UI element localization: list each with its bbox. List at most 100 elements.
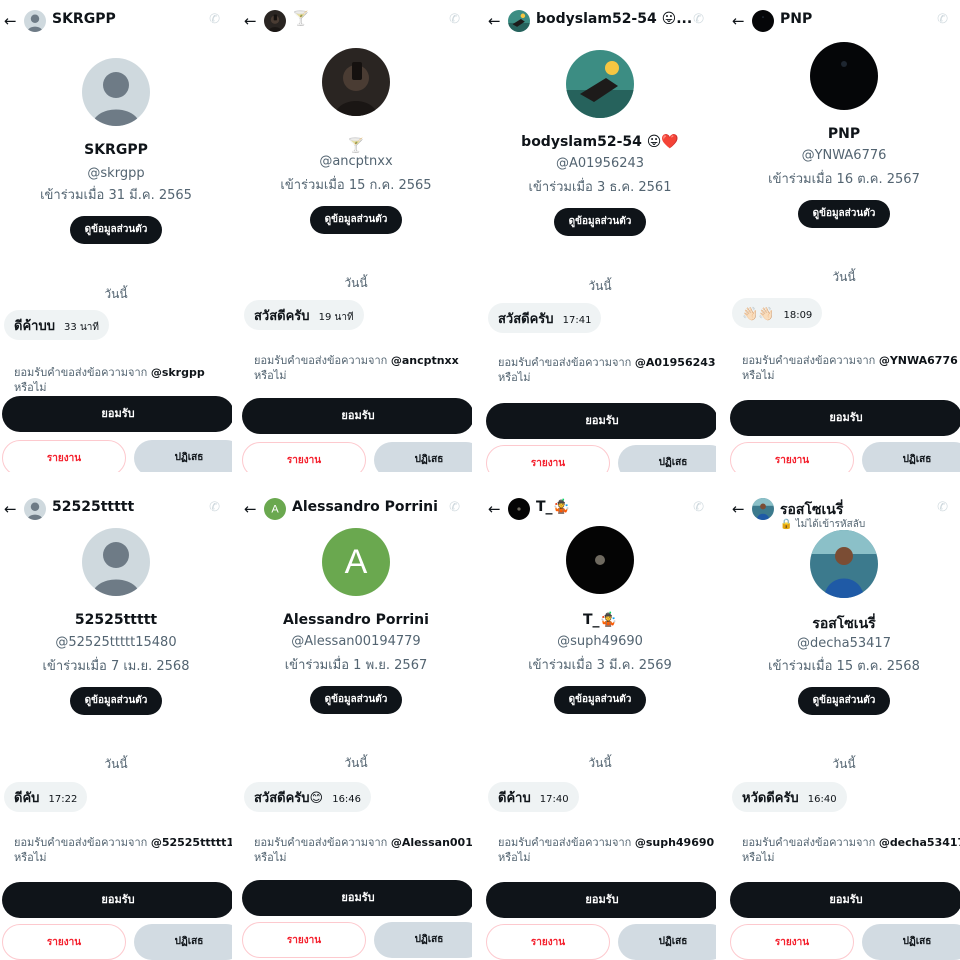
message-bubble[interactable]: สวัสดีครับ 17:41 [488, 303, 602, 333]
phone-icon[interactable]: ✆ [209, 12, 220, 27]
header-avatar[interactable] [508, 498, 530, 520]
back-arrow-icon[interactable]: ← [732, 12, 745, 30]
back-arrow-icon[interactable]: ← [732, 500, 745, 518]
view-profile-button[interactable]: ดูข้อมูลส่วนตัว [70, 216, 162, 244]
message-bubble[interactable]: สวัสดีครับ 19 นาที [244, 300, 364, 330]
request-prefix: ยอมรับคำขอส่งข้อความจาก [742, 354, 876, 367]
profile-avatar[interactable] [82, 58, 150, 126]
profile-name: 52525ttttt [74, 612, 158, 628]
profile-avatar[interactable] [566, 526, 634, 594]
decline-button[interactable]: ปฏิเสธ [862, 442, 960, 472]
profile-avatar[interactable] [82, 528, 150, 596]
request-handle[interactable]: @ancptnxx [391, 354, 459, 367]
accept-button[interactable]: ยอมรับ [730, 882, 960, 918]
header-avatar[interactable] [24, 498, 46, 520]
view-profile-button[interactable]: ดูข้อมูลส่วนตัว [798, 687, 890, 715]
header-avatar[interactable] [508, 10, 530, 32]
phone-icon[interactable]: ✆ [937, 12, 948, 27]
request-handle[interactable]: @Alessan00194779 [391, 836, 472, 849]
header-name[interactable]: Alessandro Porrini [292, 499, 438, 515]
decline-button[interactable]: ปฏิเสธ [134, 924, 232, 960]
back-arrow-icon[interactable]: ← [244, 12, 257, 30]
header-name[interactable]: SKRGPP [52, 11, 116, 27]
view-profile-button[interactable]: ดูข้อมูลส่วนตัว [554, 208, 646, 236]
decline-button[interactable]: ปฏิเสธ [134, 440, 232, 472]
header-name[interactable]: T_🤹 [536, 499, 570, 515]
header-name[interactable]: bodyslam52-54 😛... [536, 11, 692, 27]
joined-date: เข้าร่วมเมื่อ 15 ก.ค. 2565 [280, 178, 432, 193]
profile-name: Alessandro Porrini [283, 612, 429, 628]
accept-button[interactable]: ยอมรับ [2, 396, 232, 432]
back-arrow-icon[interactable]: ← [244, 500, 257, 518]
back-arrow-icon[interactable]: ← [488, 12, 501, 30]
profile-avatar[interactable]: A [322, 528, 390, 596]
request-prefix: ยอมรับคำขอส่งข้อความจาก [14, 366, 148, 379]
accept-button[interactable]: ยอมรับ [242, 880, 472, 916]
report-button[interactable]: รายงาน [486, 924, 610, 960]
report-button[interactable]: รายงาน [730, 442, 854, 472]
header-avatar[interactable] [24, 10, 46, 32]
header-avatar[interactable] [264, 10, 286, 32]
phone-icon[interactable]: ✆ [693, 500, 704, 515]
view-profile-button[interactable]: ดูข้อมูลส่วนตัว [70, 687, 162, 715]
header-avatar[interactable]: A [264, 498, 286, 520]
back-arrow-icon[interactable]: ← [4, 500, 17, 518]
message-text: ดีคับ [14, 791, 40, 806]
profile-avatar[interactable] [566, 50, 634, 118]
request-handle[interactable]: @decha53417 [879, 836, 960, 849]
request-handle[interactable]: @YNWA6776 [879, 354, 958, 367]
phone-icon[interactable]: ✆ [937, 500, 948, 515]
phone-icon[interactable]: ✆ [209, 500, 220, 515]
request-handle[interactable]: @skrgpp [151, 366, 205, 379]
report-button[interactable]: รายงาน [242, 442, 366, 472]
profile-handle: @52525ttttt15480 [55, 635, 177, 650]
accept-button[interactable]: ยอมรับ [242, 398, 472, 434]
message-bubble[interactable]: หวัดดีครับ 16:40 [732, 782, 847, 812]
request-handle[interactable]: @suph49690 [635, 836, 714, 849]
decline-button[interactable]: ปฏิเสธ [618, 924, 716, 960]
report-button[interactable]: รายงาน [730, 924, 854, 960]
request-handle[interactable]: @A01956243 [635, 356, 716, 369]
profile-avatar[interactable] [322, 48, 390, 116]
decline-button[interactable]: ปฏิเสธ [618, 445, 716, 472]
view-profile-button[interactable]: ดูข้อมูลส่วนตัว [554, 686, 646, 714]
profile-name: SKRGPP [84, 142, 148, 158]
view-profile-button[interactable]: ดูข้อมูลส่วนตัว [310, 206, 402, 234]
message-bubble[interactable]: ดีค้าบ 17:40 [488, 782, 579, 812]
message-bubble[interactable]: ดีคับ 17:22 [4, 782, 88, 812]
profile-handle: @ancptnxx [319, 154, 393, 169]
header-name[interactable]: 52525ttttt [52, 499, 134, 515]
view-profile-button[interactable]: ดูข้อมูลส่วนตัว [310, 686, 402, 714]
decline-button[interactable]: ปฏิเสธ [374, 442, 472, 472]
phone-icon[interactable]: ✆ [449, 500, 460, 515]
header-name[interactable]: PNP [780, 11, 812, 27]
message-bubble[interactable]: ดีค้าบบ 33 นาที [4, 310, 109, 340]
message-bubble[interactable]: สวัสดีครับ😊 16:46 [244, 782, 372, 812]
profile-avatar[interactable] [810, 530, 878, 598]
report-button[interactable]: รายงาน [2, 924, 126, 960]
report-button[interactable]: รายงาน [486, 445, 610, 472]
decline-button[interactable]: ปฏิเสธ [862, 924, 960, 960]
report-button[interactable]: รายงาน [2, 440, 126, 472]
back-arrow-icon[interactable]: ← [488, 500, 501, 518]
header-avatar[interactable] [752, 10, 774, 32]
report-button[interactable]: รายงาน [242, 922, 366, 958]
accept-button[interactable]: ยอมรับ [730, 400, 960, 436]
message-request-prompt: ยอมรับคำขอส่งข้อความจาก @decha53417 หรือ… [742, 835, 960, 865]
view-profile-button[interactable]: ดูข้อมูลส่วนตัว [798, 200, 890, 228]
accept-button[interactable]: ยอมรับ [2, 882, 232, 918]
request-prefix: ยอมรับคำขอส่งข้อความจาก [14, 836, 148, 849]
header-avatar[interactable] [752, 498, 774, 520]
request-handle[interactable]: @52525ttttt15480 [151, 836, 232, 849]
phone-icon[interactable]: ✆ [449, 12, 460, 27]
header-name[interactable]: 🍸 [292, 11, 309, 27]
message-bubble[interactable]: 👋🏻👋🏻 18:09 [732, 298, 823, 328]
accept-button[interactable]: ยอมรับ [486, 403, 716, 439]
conversation-header: ← 🍸 ✆ [240, 0, 472, 44]
decline-button[interactable]: ปฏิเสธ [374, 922, 472, 958]
profile-avatar[interactable] [810, 42, 878, 110]
accept-button[interactable]: ยอมรับ [486, 882, 716, 918]
back-arrow-icon[interactable]: ← [4, 12, 17, 30]
profile-name: T_🤹 [583, 612, 617, 628]
phone-icon[interactable]: ✆ [693, 12, 704, 27]
